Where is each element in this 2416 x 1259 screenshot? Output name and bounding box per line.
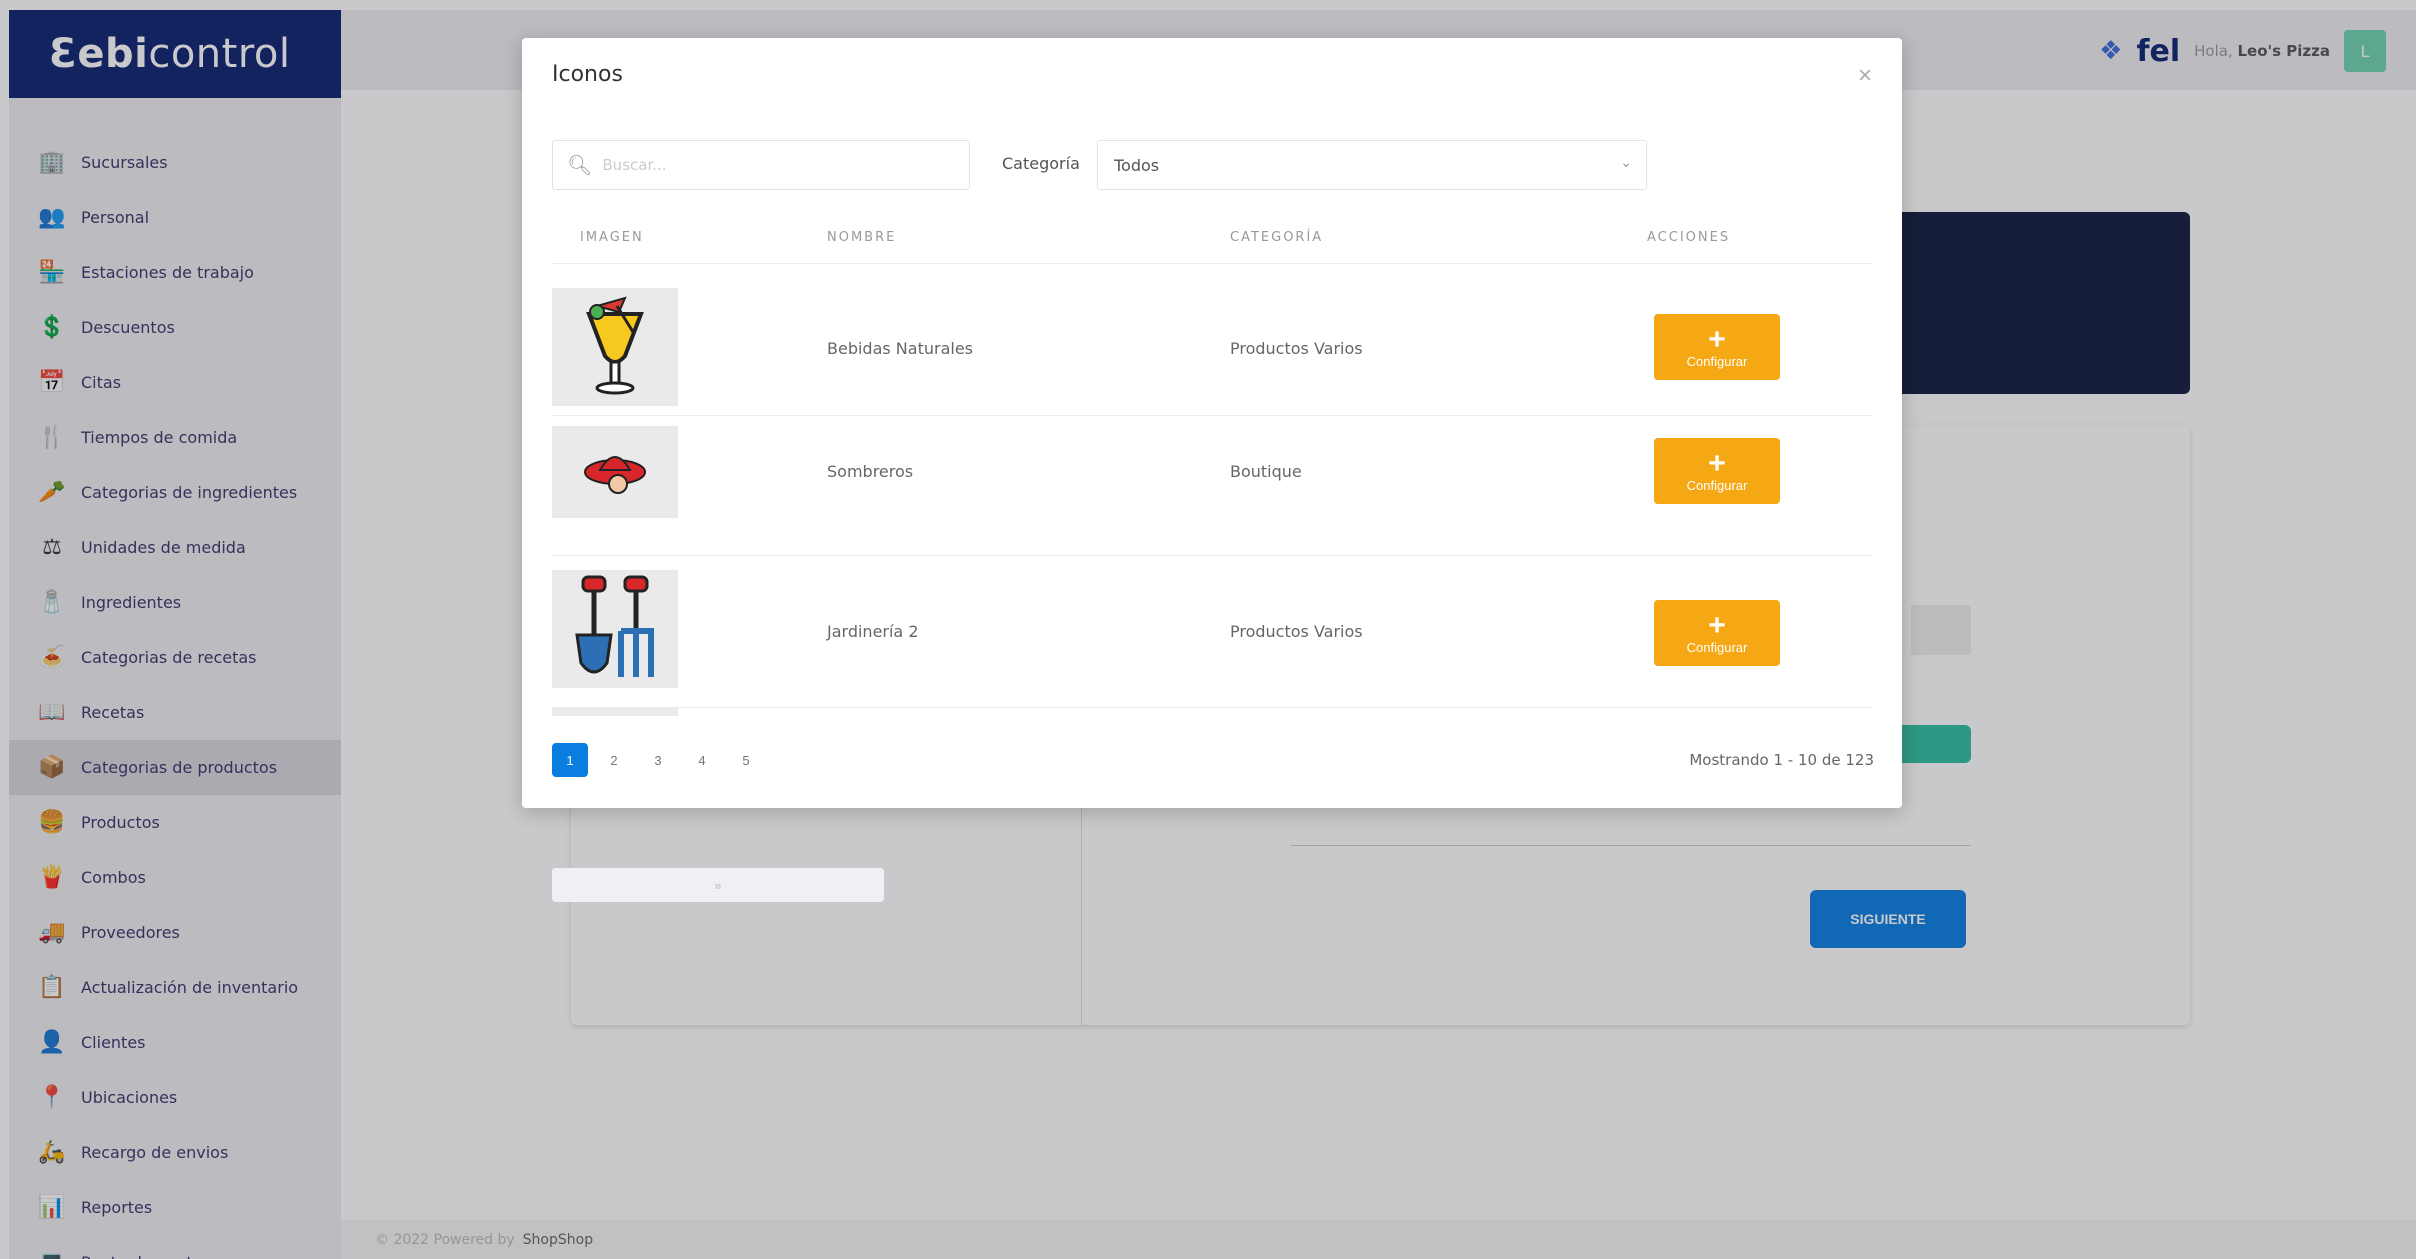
chevron-down-icon: ⌄ — [1620, 155, 1632, 171]
close-icon[interactable]: × — [1858, 62, 1872, 90]
row-name: Jardinería 2 — [827, 622, 919, 641]
garden-tools-icon — [552, 570, 678, 688]
plus-icon: + — [1708, 446, 1726, 480]
icons-modal: Iconos × 🔍︎ Categoría Todos ⌄ IMAGEN NOM… — [522, 38, 1902, 902]
row-category: Productos Varios — [1230, 622, 1363, 641]
scroll-hint — [552, 708, 678, 716]
row-name: Bebidas Naturales — [827, 339, 973, 358]
plus-icon: + — [1708, 608, 1726, 642]
row-category: Boutique — [1230, 462, 1302, 481]
hat-icon — [552, 426, 678, 518]
pagination-summary: Mostrando 1 - 10 de 123 — [1689, 751, 1874, 769]
category-label: Categoría — [1002, 154, 1080, 173]
header-image: IMAGEN — [580, 230, 644, 245]
header-category: CATEGORÍA — [1230, 230, 1324, 245]
header-name: NOMBRE — [827, 230, 897, 245]
pagination: « ‹ 1 2 3 4 5 › » — [552, 743, 884, 902]
page-button-5[interactable]: 5 — [728, 743, 764, 777]
page-button-1[interactable]: 1 — [552, 743, 588, 777]
configure-label: Configurar — [1686, 639, 1748, 655]
configure-label: Configurar — [1686, 477, 1748, 493]
cocktail-icon — [552, 288, 678, 406]
table-row: Sombreros Boutique + Configurar — [552, 416, 1872, 556]
row-category: Productos Varios — [1230, 339, 1363, 358]
category-select[interactable]: Todos ⌄ — [1097, 140, 1647, 190]
page-button-2[interactable]: 2 — [596, 743, 632, 777]
search-input[interactable] — [602, 156, 953, 174]
search-field[interactable]: 🔍︎ — [552, 140, 970, 190]
table-row: Bebidas Naturales Productos Varios + Con… — [552, 278, 1872, 416]
search-icon: 🔍︎ — [567, 153, 593, 177]
row-name: Sombreros — [827, 462, 914, 481]
plus-icon: + — [1708, 322, 1726, 356]
configure-button[interactable]: + Configurar — [1654, 600, 1780, 666]
configure-label: Configurar — [1686, 353, 1748, 369]
modal-header: Iconos × — [552, 62, 1872, 102]
app-root: Ɛebicontrol 🏢 Sucursales 👥 Personal 🏪 Estacio… — [0, 0, 2416, 1259]
category-value: Todos — [1114, 155, 1160, 175]
header-actions: ACCIONES — [1647, 230, 1731, 245]
table-row: Jardinería 2 Productos Varios + Configur… — [552, 556, 1872, 708]
configure-button[interactable]: + Configurar — [1654, 438, 1780, 504]
page-button-3[interactable]: 3 — [640, 743, 676, 777]
last-page-button[interactable]: » — [552, 868, 884, 902]
modal-title: Iconos — [552, 62, 623, 87]
page-button-4[interactable]: 4 — [684, 743, 720, 777]
configure-button[interactable]: + Configurar — [1654, 314, 1780, 380]
table-header: IMAGEN NOMBRE CATEGORÍA ACCIONES — [552, 230, 1872, 264]
